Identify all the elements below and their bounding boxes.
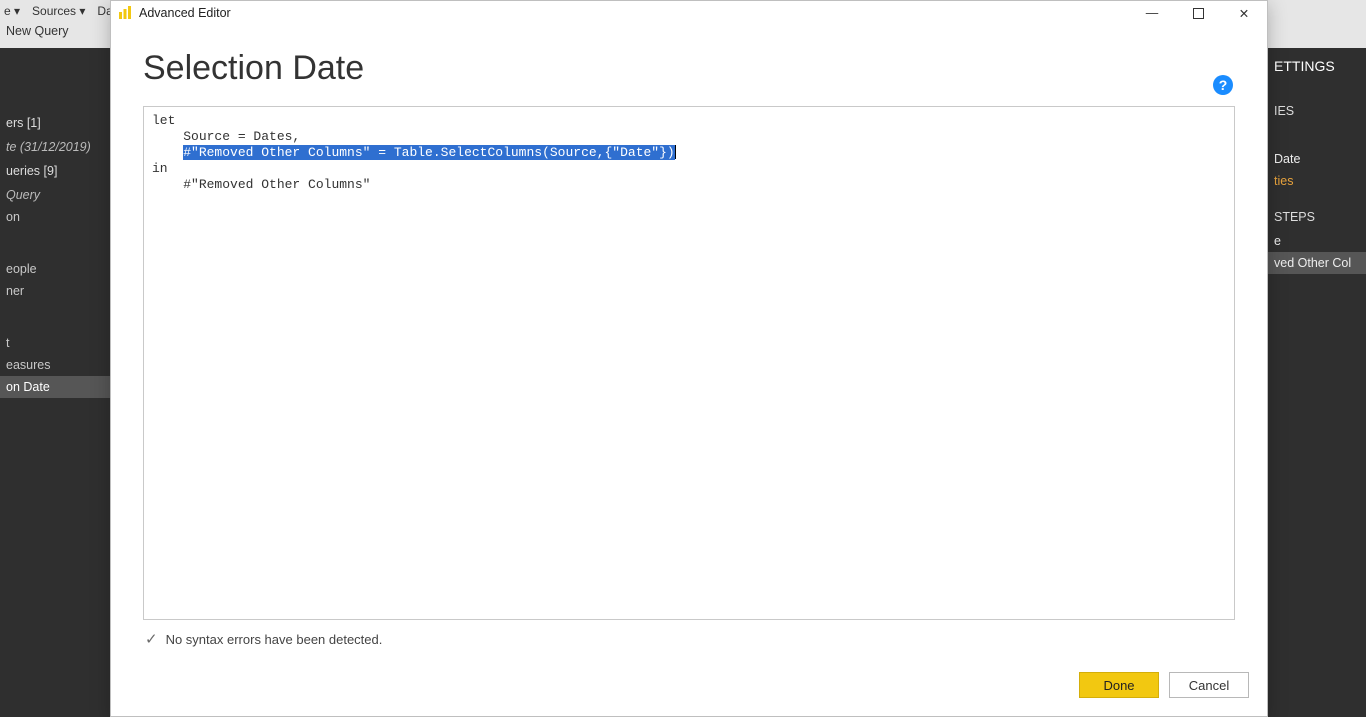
window-maximize-button[interactable]	[1175, 1, 1221, 25]
properties-header: IES	[1268, 98, 1366, 124]
ribbon-row: e ▾ Sources ▾ Dat	[0, 0, 120, 22]
window-close-button[interactable]: ✕	[1221, 1, 1267, 25]
checkmark-icon: ✓	[145, 630, 158, 648]
sidebar-item[interactable]: ner	[0, 280, 110, 302]
modal-footer: Done Cancel	[111, 664, 1267, 716]
modal-title-text: Advanced Editor	[139, 6, 231, 20]
ribbon-group-newquery[interactable]: New Query	[6, 24, 69, 38]
all-properties-link[interactable]: ties	[1268, 170, 1366, 192]
code-line: Source = Dates,	[183, 129, 300, 144]
code-editor[interactable]: let Source = Dates, #"Removed Other Colu…	[143, 106, 1235, 620]
sidebar-item[interactable]: on	[0, 206, 110, 228]
sidebar-group1-header[interactable]: ers [1]	[0, 110, 110, 136]
modal-titlebar: Advanced Editor — ✕	[111, 1, 1267, 25]
ribbon-item[interactable]: e ▾	[0, 4, 24, 18]
syntax-status-text: No syntax errors have been detected.	[166, 632, 383, 647]
sidebar-item[interactable]: eople	[0, 258, 110, 280]
code-line: #"Removed Other Columns"	[183, 177, 370, 192]
syntax-status: ✓ No syntax errors have been detected.	[143, 620, 1235, 652]
code-indent	[152, 129, 183, 144]
code-line: in	[152, 161, 168, 176]
queries-sidebar: ers [1] te (31/12/2019) ueries [9] Query…	[0, 48, 110, 717]
cancel-button[interactable]: Cancel	[1169, 672, 1249, 698]
sidebar-item[interactable]: Query	[0, 184, 110, 206]
sidebar-item[interactable]: te (31/12/2019)	[0, 136, 110, 158]
query-name-heading: Selection Date	[143, 49, 1235, 88]
powerbi-logo-icon	[117, 5, 133, 21]
window-minimize-button[interactable]: —	[1129, 1, 1175, 25]
sidebar-item-selected[interactable]: on Date	[0, 376, 110, 398]
maximize-icon	[1193, 8, 1204, 19]
settings-header: ETTINGS	[1268, 48, 1366, 80]
code-line: let	[152, 113, 175, 128]
applied-step[interactable]: e	[1268, 230, 1366, 252]
applied-step-selected[interactable]: ved Other Col	[1268, 252, 1366, 274]
applied-steps-header: STEPS	[1268, 204, 1366, 230]
query-name-value: Date	[1268, 148, 1366, 170]
sidebar-item[interactable]: t	[0, 332, 110, 354]
code-selection: #"Removed Other Columns" = Table.SelectC…	[183, 145, 674, 160]
text-caret	[675, 145, 676, 159]
settings-panel: ETTINGS IES Date ties STEPS e ved Other …	[1268, 48, 1366, 717]
sidebar-group2-header[interactable]: ueries [9]	[0, 158, 110, 184]
sidebar-item[interactable]: easures	[0, 354, 110, 376]
code-indent	[152, 145, 183, 160]
advanced-editor-modal: Advanced Editor — ✕ Selection Date ? let…	[110, 0, 1268, 717]
code-indent	[152, 177, 183, 192]
done-button[interactable]: Done	[1079, 672, 1159, 698]
help-icon[interactable]: ?	[1213, 75, 1233, 95]
ribbon-item[interactable]: Sources ▾	[28, 4, 89, 18]
